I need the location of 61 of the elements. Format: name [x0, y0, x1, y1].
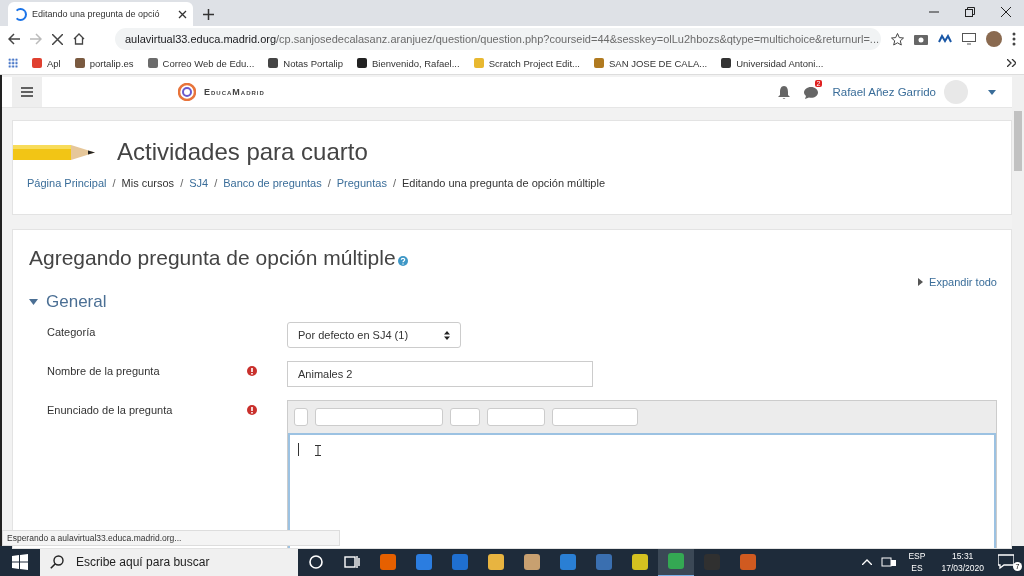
- breadcrumb-separator: /: [327, 177, 331, 189]
- browser-tab[interactable]: Editando una pregunta de opció: [8, 2, 193, 26]
- text-cursor-icon: [315, 445, 321, 456]
- menu-button[interactable]: [12, 77, 42, 107]
- caret-icon: [918, 278, 924, 286]
- home-icon[interactable]: [73, 33, 85, 45]
- help-icon[interactable]: [397, 256, 408, 266]
- page-heading: Agregando pregunta de opción múltiple: [29, 246, 396, 270]
- breadcrumb-text: Mis cursos: [121, 177, 175, 189]
- bookmark[interactable]: portalip.es: [74, 57, 134, 69]
- clock-time[interactable]: 15:31: [952, 549, 974, 562]
- more-bookmarks-icon[interactable]: [1007, 59, 1016, 67]
- brand-name[interactable]: EducaMadrid: [204, 87, 265, 97]
- breadcrumb-link[interactable]: Banco de preguntas: [223, 177, 322, 189]
- search-icon: [50, 554, 64, 569]
- field-label: Categoría: [46, 325, 97, 338]
- menu-icon[interactable]: [1012, 32, 1016, 46]
- caret-icon[interactable]: [988, 89, 996, 95]
- status-text: Esperando a aulavirtual33.educa.madrid.org...: [2, 530, 340, 546]
- close-tab-icon[interactable]: [178, 9, 187, 19]
- bell-icon[interactable]: [778, 85, 791, 99]
- new-tab-icon[interactable]: [203, 9, 214, 20]
- sort-arrows-icon: [444, 330, 450, 340]
- breadcrumb-separator: /: [392, 177, 396, 189]
- breadcrumb-separator: /: [214, 177, 218, 189]
- notification-icon[interactable]: [998, 554, 1014, 569]
- caret-icon: [29, 299, 38, 305]
- bookmark[interactable]: Correo Web de Edu...: [147, 57, 255, 69]
- profile-avatar[interactable]: [986, 31, 1002, 47]
- camera-icon[interactable]: [914, 33, 928, 45]
- input-language[interactable]: ESP: [908, 549, 926, 562]
- course-title: Actividades para cuarto: [117, 138, 368, 166]
- back-icon[interactable]: [8, 33, 20, 45]
- field-label: Nombre de la pregunta: [46, 364, 161, 377]
- bookmark[interactable]: Notas Portalip: [268, 57, 343, 69]
- bookmark[interactable]: Scratch Project Edit...: [473, 57, 580, 69]
- section-toggle[interactable]: General: [29, 292, 107, 312]
- logo-icon: [178, 83, 196, 101]
- keyboard-layout[interactable]: ES: [911, 561, 923, 574]
- breadcrumb-separator: /: [180, 177, 184, 189]
- bookmark[interactable]: SAN JOSE DE CALA...: [594, 57, 708, 69]
- bookmark[interactable]: Apl: [32, 57, 61, 69]
- user-name[interactable]: Rafael Añez Garrido: [832, 86, 936, 98]
- breadcrumb-link[interactable]: SJ4: [189, 177, 209, 189]
- bookmark[interactable]: Bienvenido, Rafael...: [356, 57, 460, 69]
- category-dropdown[interactable]: Por defecto en SJ4 (1): [287, 322, 461, 348]
- breadcrumb-separator: /: [112, 177, 116, 189]
- address-field[interactable]: aulavirtual33.educa.madrid.org/cp.sanjosedecalasanz.aranjuez/question/question.php?courseid=44&sesskey=olLu2hbozs&qtype=multichoice&returnurl=...: [115, 28, 881, 50]
- expand-all-link[interactable]: Expandir todo: [918, 276, 997, 288]
- chat-icon[interactable]: [804, 85, 819, 99]
- stop-icon[interactable]: [52, 33, 63, 45]
- menu-icon: [21, 87, 33, 97]
- clock-date[interactable]: 17/03/2020: [941, 561, 984, 574]
- text-input[interactable]: Animales 2: [287, 361, 593, 387]
- breadcrumb-text: Editando una pregunta de opción múltiple: [401, 177, 605, 189]
- bookmark[interactable]: Universidad Antoni...: [721, 57, 824, 69]
- breadcrumb-link[interactable]: Preguntas: [336, 177, 387, 189]
- field-label: Enunciado de la pregunta: [46, 403, 174, 416]
- breadcrumb-link[interactable]: Página Principal: [27, 177, 107, 189]
- apps-grid-icon[interactable]: [8, 58, 18, 68]
- star-icon[interactable]: [891, 32, 904, 46]
